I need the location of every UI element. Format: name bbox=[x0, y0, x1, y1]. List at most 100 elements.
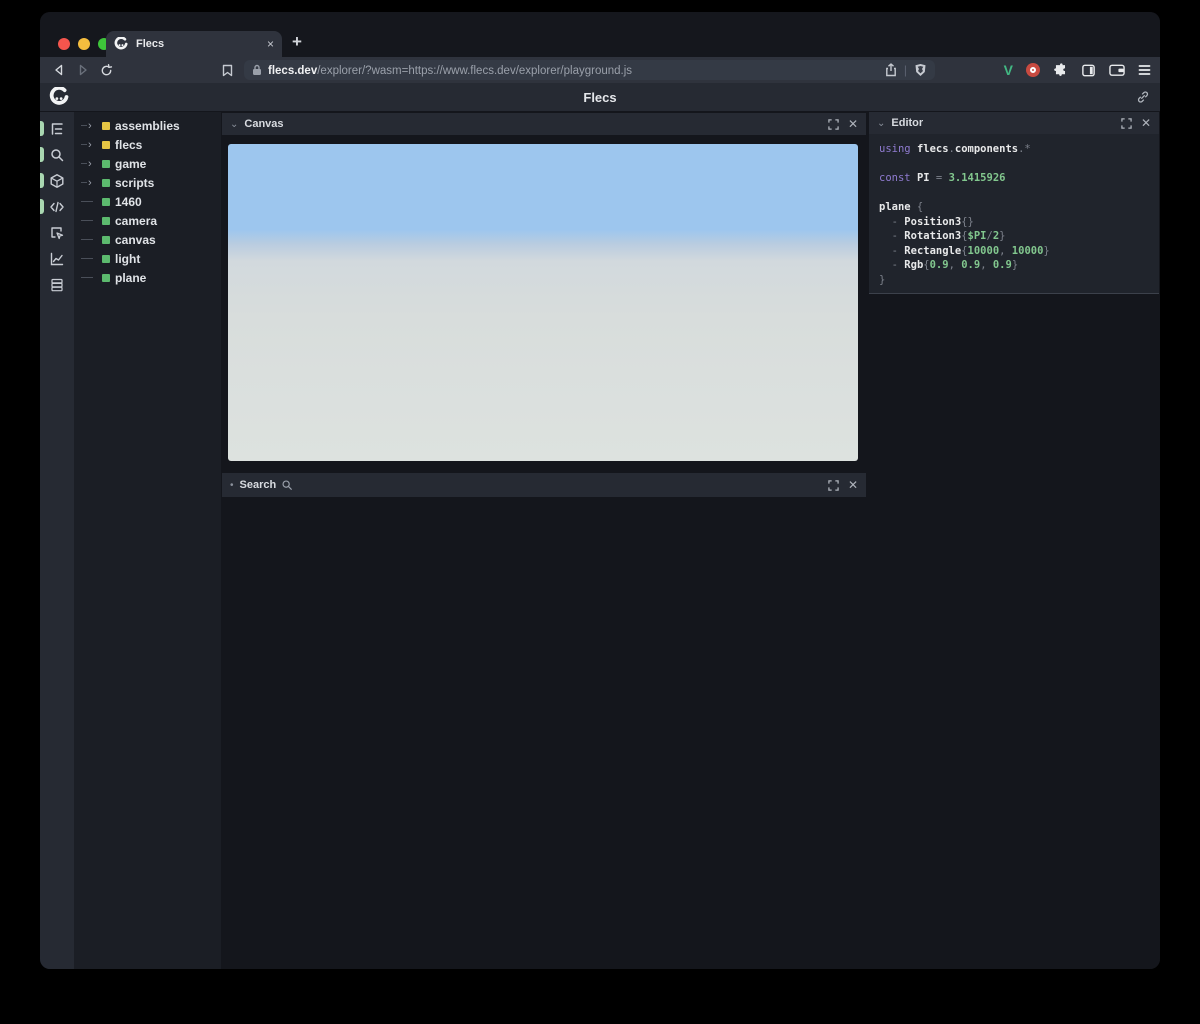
3d-viewport[interactable] bbox=[228, 144, 858, 461]
code-icon bbox=[50, 201, 64, 213]
url-separator: | bbox=[903, 63, 907, 77]
editor-panel-header[interactable]: ⌄ Editor ✕ bbox=[869, 112, 1159, 134]
app-body: › assemblies › flecs › game › scripts 1460 camera… bbox=[40, 112, 1160, 969]
tree-item-scripts[interactable]: › scripts bbox=[74, 173, 221, 192]
tab-favicon-flecs-logo bbox=[114, 37, 128, 51]
active-indicator bbox=[40, 121, 44, 136]
close-icon[interactable]: ✕ bbox=[848, 118, 858, 130]
canvas-panel: ⌄ Canvas ✕ bbox=[222, 113, 866, 464]
fullscreen-icon[interactable] bbox=[1121, 117, 1132, 129]
close-window-button[interactable] bbox=[58, 38, 70, 50]
wallet-icon[interactable] bbox=[1109, 63, 1125, 77]
fullscreen-icon[interactable] bbox=[828, 479, 839, 491]
tree-item-label: 1460 bbox=[115, 194, 142, 209]
chevron-down-icon[interactable]: ⌄ bbox=[877, 118, 885, 129]
sidebar-item-stats[interactable] bbox=[40, 246, 74, 272]
active-indicator bbox=[40, 173, 44, 188]
url-domain: flecs.dev bbox=[268, 65, 318, 77]
share-icon[interactable] bbox=[885, 63, 897, 77]
search-panel-title: Search bbox=[239, 479, 277, 491]
tree-item-camera[interactable]: camera bbox=[74, 211, 221, 230]
close-icon[interactable]: ✕ bbox=[1141, 117, 1151, 129]
canvas-content bbox=[222, 135, 866, 464]
sidebar-item-queries[interactable] bbox=[40, 168, 74, 194]
red-extension-icon[interactable] bbox=[1026, 63, 1040, 77]
tab-close-icon[interactable]: × bbox=[267, 37, 274, 51]
sidebar-item-search[interactable] bbox=[40, 142, 74, 168]
leaf-dash-icon bbox=[81, 277, 97, 278]
vue-extension-icon[interactable]: V bbox=[1004, 62, 1013, 78]
sidebar-item-data[interactable] bbox=[40, 272, 74, 298]
chart-icon bbox=[50, 252, 64, 266]
lock-icon bbox=[252, 64, 262, 76]
expand-arrow-icon[interactable]: › bbox=[81, 158, 97, 169]
magnifier-icon bbox=[281, 479, 293, 491]
tree-item-flecs[interactable]: › flecs bbox=[74, 135, 221, 154]
url-path: /explorer/?wasm=https://www.flecs.dev/ex… bbox=[317, 65, 633, 77]
code-line: const PI = 3.1415926 bbox=[879, 172, 1006, 184]
entity-color-square bbox=[102, 178, 110, 187]
bookmark-icon[interactable] bbox=[217, 60, 237, 80]
menu-icon[interactable] bbox=[1138, 64, 1151, 76]
leaf-dash-icon bbox=[81, 239, 97, 240]
url-bar[interactable]: flecs.dev/explorer/?wasm=https://www.fle… bbox=[244, 60, 935, 80]
sidebar-item-entity-tree[interactable] bbox=[40, 116, 74, 142]
tree-item-plane[interactable]: plane bbox=[74, 268, 221, 287]
tree-item-label: assemblies bbox=[115, 118, 180, 133]
code-line: - Rotation3{$PI/2} bbox=[879, 230, 1006, 242]
sidebar-toggle-icon[interactable] bbox=[1081, 63, 1096, 78]
entity-color-square bbox=[102, 197, 110, 206]
url-text: flecs.dev/explorer/?wasm=https://www.fle… bbox=[268, 61, 632, 79]
canvas-panel-header[interactable]: ⌄ Canvas ✕ bbox=[222, 113, 866, 135]
code-line: using flecs.components.* bbox=[879, 143, 1031, 155]
code-line: } bbox=[879, 273, 886, 286]
browser-tab[interactable]: Flecs × bbox=[106, 31, 282, 57]
tree-item-label: light bbox=[115, 251, 141, 266]
page-title: Flecs bbox=[583, 89, 617, 105]
tree-item-label: flecs bbox=[115, 137, 143, 152]
code-line: - Rectangle{10000, 10000} bbox=[879, 244, 1050, 257]
inspect-icon bbox=[51, 227, 64, 240]
entity-color-square bbox=[102, 140, 110, 149]
tree-item-label: canvas bbox=[115, 232, 156, 247]
tree-item-canvas[interactable]: canvas bbox=[74, 230, 221, 249]
tree-item-1460[interactable]: 1460 bbox=[74, 192, 221, 211]
expand-arrow-icon[interactable]: › bbox=[81, 139, 97, 150]
tab-title: Flecs bbox=[136, 38, 165, 50]
link-icon[interactable] bbox=[1136, 90, 1150, 104]
forward-icon[interactable] bbox=[73, 60, 93, 80]
back-icon[interactable] bbox=[49, 60, 69, 80]
tree-item-light[interactable]: light bbox=[74, 249, 221, 268]
tab-bar: Flecs × + bbox=[40, 12, 1160, 57]
browser-toolbar: flecs.dev/explorer/?wasm=https://www.fle… bbox=[40, 57, 1160, 83]
editor-panel-title: Editor bbox=[891, 117, 924, 129]
tree-item-game[interactable]: › game bbox=[74, 154, 221, 173]
tree-item-assemblies[interactable]: › assemblies bbox=[74, 116, 221, 135]
search-icon bbox=[51, 149, 64, 162]
expand-arrow-icon[interactable]: › bbox=[81, 120, 97, 131]
sidebar-item-code[interactable] bbox=[40, 194, 74, 220]
puzzle-extension-icon[interactable] bbox=[1053, 62, 1068, 78]
entity-color-square bbox=[102, 216, 110, 225]
reload-icon[interactable] bbox=[96, 60, 116, 80]
sidebar-item-inspect[interactable] bbox=[40, 220, 74, 246]
leaf-dash-icon bbox=[81, 201, 97, 202]
search-panel: • Search ✕ bbox=[222, 473, 866, 497]
collapsed-dot-icon[interactable]: • bbox=[230, 480, 234, 491]
leaf-dash-icon bbox=[81, 258, 97, 259]
minimize-window-button[interactable] bbox=[78, 38, 90, 50]
entity-color-square bbox=[102, 273, 110, 282]
cube-icon bbox=[50, 174, 64, 188]
entity-color-square bbox=[102, 159, 110, 168]
chevron-down-icon[interactable]: ⌄ bbox=[230, 119, 238, 130]
search-panel-header[interactable]: • Search ✕ bbox=[222, 473, 866, 497]
new-tab-button[interactable]: + bbox=[292, 32, 302, 52]
brave-shield-icon[interactable] bbox=[914, 63, 927, 77]
fullscreen-icon[interactable] bbox=[828, 118, 839, 130]
code-editor[interactable]: using flecs.components.* const PI = 3.141… bbox=[869, 134, 1159, 293]
entity-color-square bbox=[102, 121, 110, 130]
expand-arrow-icon[interactable]: › bbox=[81, 177, 97, 188]
icon-sidebar bbox=[40, 112, 74, 969]
close-icon[interactable]: ✕ bbox=[848, 479, 858, 491]
